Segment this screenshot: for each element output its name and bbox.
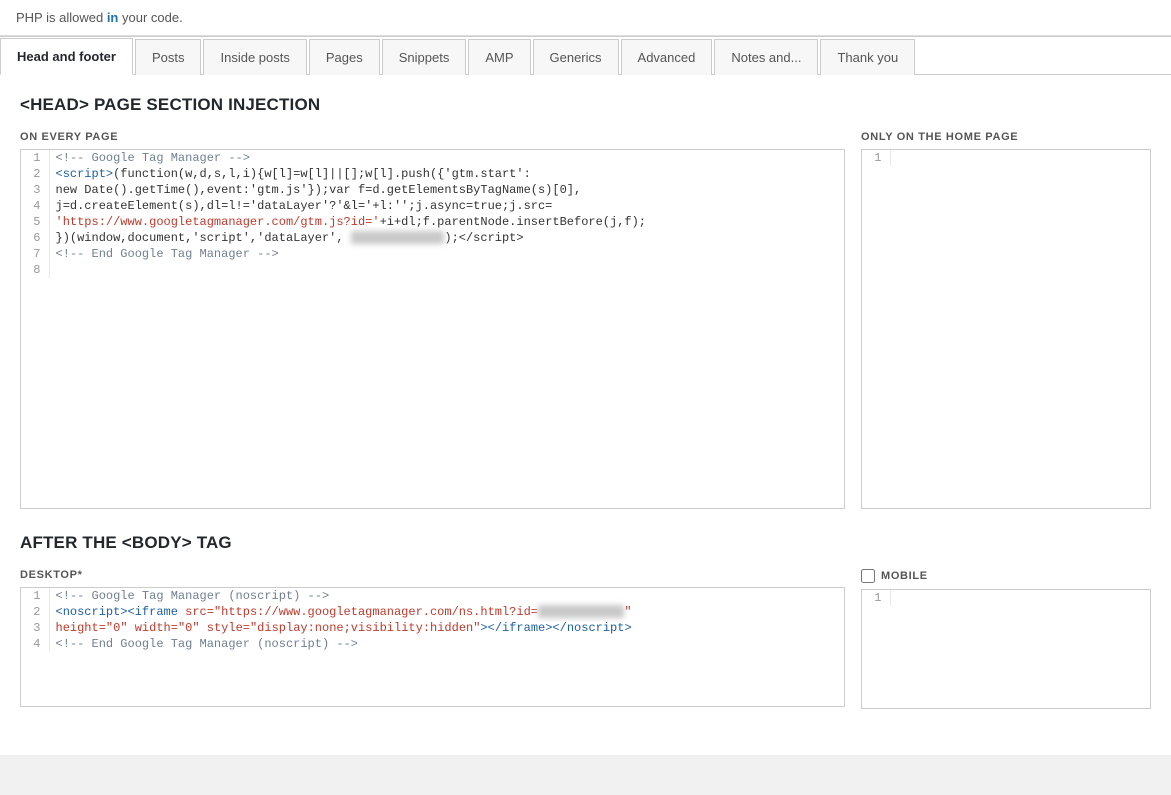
body-code-line-3: 3 height="0" width="0" style="display:no… [21,620,844,636]
tab-posts[interactable]: Posts [135,39,202,75]
tab-snippets[interactable]: Snippets [382,39,467,75]
code-line-7: 7 <!-- End Google Tag Manager --> [21,246,844,262]
body-mobile-label: MOBILE [861,569,1151,583]
code-line-5: 5 'https://www.googletagmanager.com/gtm.… [21,214,844,230]
body-line-num-4: 4 [21,636,49,652]
body-desktop-label: DESKTOP* [20,569,845,581]
code-line-1: 1 <!-- Google Tag Manager --> [21,150,844,166]
head-section: <HEAD> PAGE SECTION INJECTION ON EVERY P… [20,95,1151,509]
blurred-id-1 [351,231,445,244]
home-code-line-1: 1 [862,150,1150,166]
body-line-num-3: 3 [21,620,49,636]
code-line-6: 6 })(window,document,'script','dataLayer… [21,230,844,246]
line-num-8: 8 [21,262,49,278]
mobile-checkbox[interactable] [861,569,875,583]
head-home-page-editor[interactable]: 1 [861,149,1151,509]
head-home-page-label: ONLY ON THE HOME PAGE [861,131,1151,143]
body-section-title: AFTER THE <BODY> TAG [20,533,1151,553]
mobile-code-line-1: 1 [862,590,1150,606]
tab-inside-posts[interactable]: Inside posts [203,39,306,75]
line-code-3: new Date().getTime(),event:'gtm.js'});va… [49,182,844,198]
tabs-container: Head and footer Posts Inside posts Pages… [0,36,1171,75]
body-line-code-4: <!-- End Google Tag Manager (noscript) -… [49,636,844,652]
line-num-1: 1 [21,150,49,166]
tab-thank-you[interactable]: Thank you [820,39,915,75]
line-num-7: 7 [21,246,49,262]
tab-generics[interactable]: Generics [533,39,619,75]
body-columns: DESKTOP* 1 <!-- Google Tag Manager (nosc… [20,569,1151,709]
line-num-5: 5 [21,214,49,230]
home-line-code-1 [890,150,1150,166]
head-section-title: <HEAD> PAGE SECTION INJECTION [20,95,1151,115]
head-every-page-label: ON EVERY PAGE [20,131,845,143]
mobile-line-num-1: 1 [862,590,890,606]
mobile-line-code-1 [890,590,1150,606]
line-num-2: 2 [21,166,49,182]
body-section: AFTER THE <BODY> TAG DESKTOP* 1 <!-- Goo… [20,533,1151,709]
main-content: <HEAD> PAGE SECTION INJECTION ON EVERY P… [0,75,1171,755]
body-desktop-col: DESKTOP* 1 <!-- Google Tag Manager (nosc… [20,569,845,709]
body-code-line-4: 4 <!-- End Google Tag Manager (noscript)… [21,636,844,652]
home-line-num-1: 1 [862,150,890,166]
head-every-page-col: ON EVERY PAGE 1 <!-- Google Tag Manager … [20,131,845,509]
line-code-4: j=d.createElement(s),dl=l!='dataLayer'?'… [49,198,844,214]
tab-head-footer[interactable]: Head and footer [0,38,133,75]
line-code-5: 'https://www.googletagmanager.com/gtm.js… [49,214,844,230]
line-code-8 [49,262,844,278]
line-code-2: <script>(function(w,d,s,l,i){w[l]=w[l]||… [49,166,844,182]
body-line-code-2: <noscript><iframe src="https://www.googl… [49,604,844,620]
line-code-7: <!-- End Google Tag Manager --> [49,246,844,262]
code-line-4: 4 j=d.createElement(s),dl=l!='dataLayer'… [21,198,844,214]
body-line-num-2: 2 [21,604,49,620]
tab-notes-and[interactable]: Notes and... [714,39,818,75]
blurred-id-2 [538,605,624,618]
body-desktop-code-table: 1 <!-- Google Tag Manager (noscript) -->… [21,588,844,652]
line-num-6: 6 [21,230,49,246]
body-line-code-3: height="0" width="0" style="display:none… [49,620,844,636]
body-line-code-1: <!-- Google Tag Manager (noscript) --> [49,588,844,604]
tab-pages[interactable]: Pages [309,39,380,75]
top-notice: PHP is allowed in your code. [0,0,1171,36]
line-code-1: <!-- Google Tag Manager --> [49,150,844,166]
tab-amp[interactable]: AMP [468,39,530,75]
body-desktop-editor[interactable]: 1 <!-- Google Tag Manager (noscript) -->… [20,587,845,707]
head-every-page-editor[interactable]: 1 <!-- Google Tag Manager --> 2 <script>… [20,149,845,509]
code-line-3: 3 new Date().getTime(),event:'gtm.js'});… [21,182,844,198]
head-home-page-col: ONLY ON THE HOME PAGE 1 [861,131,1151,509]
line-code-6: })(window,document,'script','dataLayer',… [49,230,844,246]
head-every-page-code-table: 1 <!-- Google Tag Manager --> 2 <script>… [21,150,844,278]
head-home-page-code-table: 1 [862,150,1150,166]
line-num-3: 3 [21,182,49,198]
body-mobile-code-table: 1 [862,590,1150,606]
body-code-line-1: 1 <!-- Google Tag Manager (noscript) --> [21,588,844,604]
body-mobile-col: MOBILE 1 [861,569,1151,709]
code-line-2: 2 <script>(function(w,d,s,l,i){w[l]=w[l]… [21,166,844,182]
body-mobile-editor[interactable]: 1 [861,589,1151,709]
tab-advanced[interactable]: Advanced [621,39,713,75]
body-mobile-label-text: MOBILE [881,570,928,582]
code-line-8: 8 [21,262,844,278]
head-columns: ON EVERY PAGE 1 <!-- Google Tag Manager … [20,131,1151,509]
body-code-line-2: 2 <noscript><iframe src="https://www.goo… [21,604,844,620]
body-line-num-1: 1 [21,588,49,604]
line-num-4: 4 [21,198,49,214]
